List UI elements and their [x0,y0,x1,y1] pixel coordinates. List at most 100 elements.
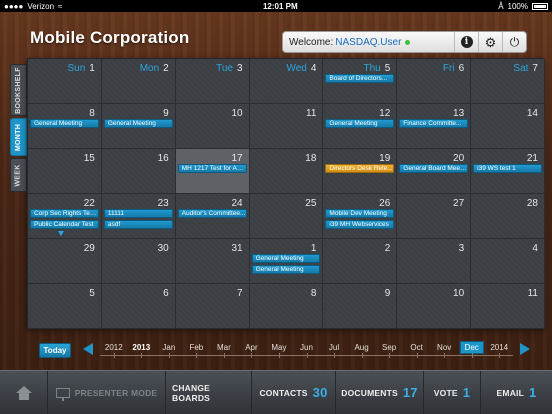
calendar-day-cell[interactable]: 26 Mobile Dev Meeting i39 MH Webservices [323,194,398,239]
email-button[interactable]: EMAIL 1 [481,371,552,414]
calendar-day-cell[interactable]: 28 [471,194,545,239]
calendar-event[interactable]: i39 WS test 1 [473,164,542,173]
calendar-day-cell[interactable]: 18 [249,149,324,194]
day-number: 28 [527,198,538,209]
day-number: 11 [306,108,316,119]
calendar-day-cell[interactable]: Sat 7 [471,59,545,104]
day-number: 9 [163,108,169,119]
contacts-button[interactable]: CONTACTS 30 [252,370,336,414]
calendar-day-cell[interactable]: 27 [397,194,472,239]
calendar-event[interactable]: MH 1217 Test for An... [177,164,247,173]
calendar-event[interactable]: Directors Desk Rele... [325,164,395,173]
calendar-event[interactable]: General Meeting [30,119,99,128]
calendar-day-cell[interactable]: 13 Finance Committe... [397,104,472,149]
timeline-label[interactable]: 2012 [105,343,123,352]
calendar-event[interactable]: Corp Sec Rights Tes... [30,209,99,218]
tab-bookshelf[interactable]: BOOKSHELF [10,64,27,116]
tab-month[interactable]: MONTH [10,118,27,156]
calendar-day-cell[interactable]: Tue 3 [175,59,250,104]
calendar-day-cell[interactable]: 10 [397,284,472,329]
logout-button[interactable]: ⏻ [502,32,526,52]
timeline-label[interactable]: May [271,343,286,352]
more-events-indicator-icon[interactable] [58,231,64,236]
calendar-day-cell[interactable]: 22 Corp Sec Rights Tes... Public Calendar … [28,194,102,239]
calendar-day-cell[interactable]: 31 [175,239,250,284]
info-button[interactable]: i [454,32,478,52]
calendar-day-cell[interactable]: 17 MH 1217 Test for An... [175,149,250,194]
home-button[interactable] [0,370,48,414]
calendar-event[interactable]: Auditor's Committee... [177,209,247,218]
calendar-event[interactable]: Finance Committe... [399,119,469,128]
calendar-event[interactable]: General Meeting [325,119,395,128]
calendar-day-cell[interactable]: 23 11111 asdf [101,194,176,239]
timeline-label[interactable]: Apr [245,343,257,352]
day-number-text: 24 [231,198,243,209]
calendar-day-cell[interactable]: 19 Directors Desk Rele... [323,149,398,194]
calendar-day-cell[interactable]: 7 [175,284,250,329]
calendar-day-cell[interactable]: 12 General Meeting [323,104,398,149]
calendar-day-cell[interactable]: 9 [323,284,398,329]
calendar-day-cell[interactable]: Thu 5 Board of Directors... [323,59,398,104]
calendar-day-cell[interactable]: 29 [28,239,102,284]
month-timeline[interactable]: 2012 2013 Jan Feb Mar Apr May Jun Jul Aug Sep Oct No… [100,338,513,360]
calendar-day-cell[interactable]: 8 General Meeting [28,104,102,149]
calendar-day-cell[interactable]: 15 [28,149,102,194]
calendar-event[interactable]: General Board Meeti... [399,164,469,173]
calendar-day-cell[interactable]: Mon 2 [101,59,176,104]
timeline-label[interactable]: Nov [437,343,451,352]
calendar-day-cell[interactable]: 10 [175,104,250,149]
calendar-event[interactable]: i39 MH Webservices [325,220,395,229]
calendar-event[interactable]: General Meeting [251,254,321,263]
calendar-day-cell[interactable]: Fri 6 [397,59,472,104]
calendar-day-cell[interactable]: 3 [397,239,472,284]
calendar-day-cell[interactable]: 9 General Meeting [101,104,176,149]
calendar-day-cell[interactable]: 14 [471,104,545,149]
calendar-day-cell[interactable]: 4 [471,239,545,284]
timeline-label[interactable]: Feb [189,343,203,352]
calendar-day-cell[interactable]: 8 [249,284,324,329]
presenter-mode-button[interactable]: PRESENTER MODE [48,370,166,414]
calendar-day-cell[interactable]: 21 i39 WS test 1 [471,149,545,194]
calendar-event[interactable]: Mobile Dev Meeting [325,209,395,218]
calendar-event[interactable]: General Meeting [251,265,321,274]
wifi-icon: ≈ [58,1,63,11]
settings-button[interactable]: ⚙ [478,32,502,52]
calendar-day-cell[interactable]: 1 General Meeting General Meeting [249,239,324,284]
calendar-day-cell[interactable]: 5 [28,284,102,329]
calendar-event[interactable]: asdf [103,220,173,229]
timeline-label[interactable]: Jul [329,343,339,352]
timeline-label[interactable]: Oct [410,343,422,352]
timeline-next-arrow-icon[interactable] [520,343,530,355]
timeline-label[interactable]: Jun [300,343,313,352]
calendar-day-cell[interactable]: 24 Auditor's Committee... [175,194,250,239]
change-boards-button[interactable]: CHANGE BOARDS [166,370,252,414]
timeline-label[interactable]: Aug [354,343,368,352]
calendar-day-cell[interactable]: 30 [101,239,176,284]
today-button[interactable]: Today [39,343,71,358]
timeline-label[interactable]: 2014 [490,343,508,352]
timeline-label[interactable]: Jan [162,343,175,352]
vote-button[interactable]: VOTE 1 [424,370,481,414]
timeline-label[interactable]: Mar [217,343,231,352]
calendar-day-cell[interactable]: Wed 4 [249,59,324,104]
calendar-day-cell[interactable]: Sun 1 [28,59,102,104]
calendar-day-cell[interactable]: 2 [323,239,398,284]
calendar-day-cell[interactable]: 20 General Board Meeti... [397,149,472,194]
calendar-event[interactable]: General Meeting [103,119,173,128]
calendar-event[interactable]: Board of Directors... [325,74,395,83]
timeline-prev-arrow-icon[interactable] [83,343,93,355]
calendar-event[interactable]: 11111 [103,209,173,218]
timeline-label[interactable]: Sep [382,343,396,352]
documents-button[interactable]: DOCUMENTS 17 [336,370,424,414]
calendar-day-cell[interactable]: 25 [249,194,324,239]
day-number: 15 [84,153,95,164]
user-name[interactable]: NASDAQ.User [335,37,401,48]
calendar-day-cell[interactable]: 16 [101,149,176,194]
calendar-event[interactable]: Public Calendar Test [30,220,99,229]
day-number-text: 31 [231,243,243,254]
calendar-day-cell[interactable]: 6 [101,284,176,329]
tab-week[interactable]: WEEK [10,158,27,192]
calendar-day-cell[interactable]: 11 [249,104,324,149]
calendar-day-cell[interactable]: 11 [471,284,545,329]
timeline-label[interactable]: 2013 [132,343,150,352]
